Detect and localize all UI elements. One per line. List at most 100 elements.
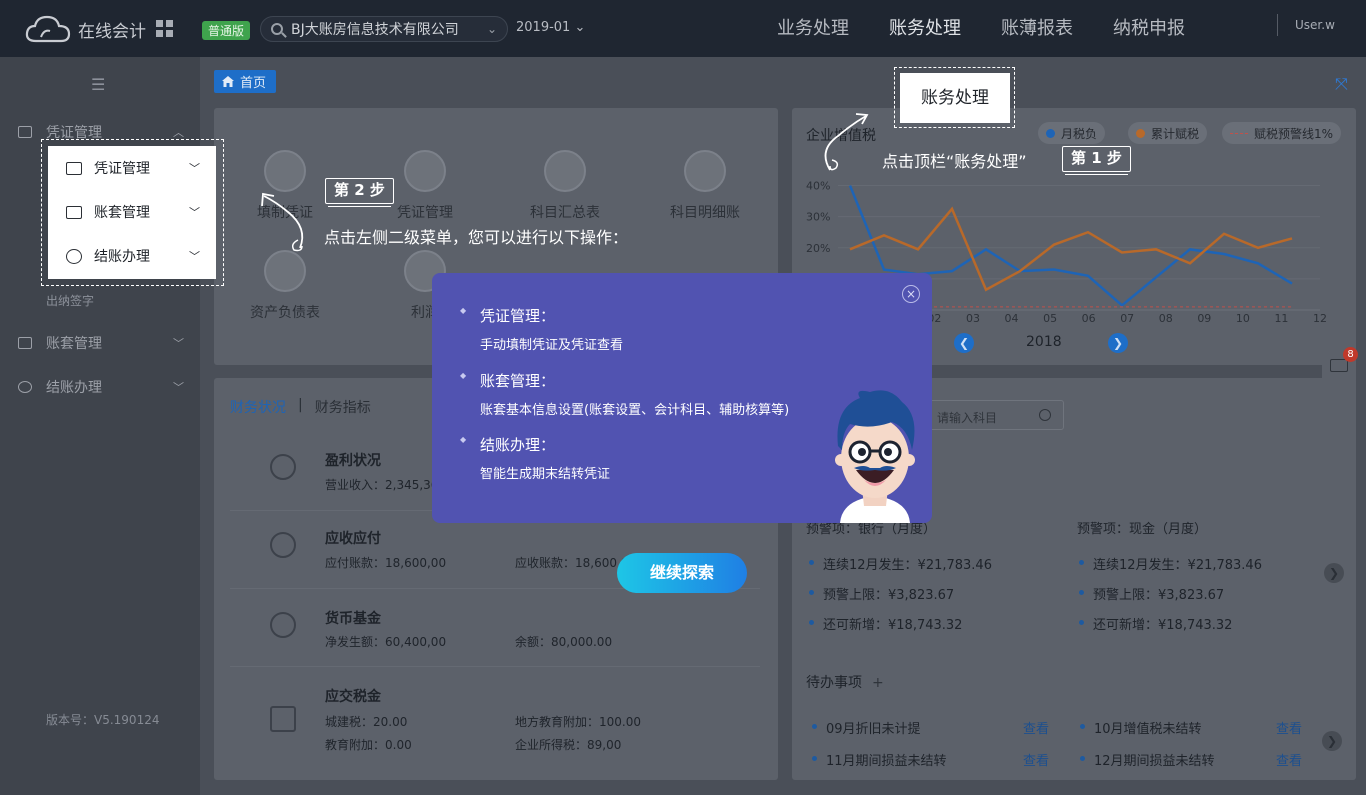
tab-finance-status[interactable]: 财务状况 <box>230 397 286 417</box>
cash-warning-item: 连续12月发生：¥21,783.46 <box>1079 554 1262 573</box>
chat-button[interactable]: 8 <box>1322 347 1358 383</box>
ledger-icon <box>18 337 32 349</box>
home-tab[interactable]: 首页 <box>214 70 276 93</box>
sidebar-subitem-cashier-sign[interactable]: 出纳签字 <box>46 292 94 309</box>
todo-view-link[interactable]: 查看 <box>1276 750 1302 769</box>
todo-item: 12月期间损益未结转 <box>1080 750 1215 769</box>
nav-accounting[interactable]: 账务处理 <box>869 0 981 57</box>
finance-tabs: 财务状况 | 财务指标 <box>230 397 371 417</box>
nav-business[interactable]: 业务处理 <box>757 0 869 57</box>
legend-dot <box>1046 128 1055 138</box>
y-tick-label: 40% <box>806 180 830 193</box>
clipboard-grid-icon <box>544 150 586 192</box>
finance-row-tax-payable: 应交税金 城建税：20.00 地方教育附加：100.00 教育附加：0.00 企… <box>230 686 760 756</box>
app-name: 在线会计 <box>78 21 146 42</box>
yen-cycle-icon <box>270 532 296 558</box>
collapse-sidebar-icon[interactable]: ☰ <box>91 75 105 94</box>
todo-view-link[interactable]: 查看 <box>1023 750 1049 769</box>
submenu-ledger[interactable]: 账套管理 ﹀ <box>48 190 216 234</box>
bank-warning-item: 预警上限：¥3,823.67 <box>808 584 954 603</box>
tax-register-icon <box>270 706 296 732</box>
sidebar-item-settlement[interactable]: 结账办理 ﹀ <box>18 377 188 397</box>
x-tick-label: 06 <box>1082 312 1096 325</box>
year-navigator: ❮ 2018 ❯ <box>954 333 1128 353</box>
add-todo-icon[interactable]: + <box>872 675 884 691</box>
fullscreen-icon[interactable]: ⤧ <box>1335 74 1348 94</box>
voucher-icon <box>18 126 32 138</box>
shortcut-account-summary[interactable]: 科目汇总表 <box>510 150 620 222</box>
shortcut-account-detail[interactable]: 科目明细账 <box>650 150 760 222</box>
tab-finance-indicators[interactable]: 财务指标 <box>315 397 371 417</box>
continue-explore-button[interactable]: 继续探索 <box>617 553 747 593</box>
settle-icon <box>66 248 82 264</box>
guide-step2-tag: 第 2 步 <box>325 178 394 207</box>
top-bar: 在线会计 普通版 BJ大账房信息技术有限公司 ⌄ 2019-01 ⌄ 业务处理 … <box>0 0 1366 57</box>
todo-item: 10月增值税未结转 <box>1080 718 1202 737</box>
account-search-input[interactable]: 请输入科目 <box>924 400 1064 430</box>
tab-separator: | <box>298 397 303 413</box>
legend-warning-line[interactable]: 赋税预警线1% <box>1222 122 1342 144</box>
nav-tax-filing[interactable]: 纳税申报 <box>1093 0 1205 57</box>
pencil-doc-icon <box>264 150 306 192</box>
legend-dot <box>1136 128 1145 138</box>
todo-item: 11月期间损益未结转 <box>812 750 947 769</box>
shortcut-balance-sheet[interactable]: 资产负债表 <box>230 250 340 322</box>
company-selector[interactable]: BJ大账房信息技术有限公司 ⌄ <box>260 16 508 42</box>
chat-icon <box>1330 359 1348 372</box>
legend-monthly-tax[interactable]: 月税负 <box>1038 122 1106 144</box>
user-menu[interactable]: User.w <box>1295 18 1335 32</box>
chevron-up-icon: ︿ <box>173 126 184 139</box>
todo-view-link[interactable]: 查看 <box>1023 718 1049 737</box>
doc-gear-icon <box>404 150 446 192</box>
chevron-down-icon: ﹀ <box>189 250 200 263</box>
x-tick-label: 09 <box>1197 312 1211 325</box>
app-logo[interactable]: 在线会计 <box>24 12 174 46</box>
version-label: 版本号：V5.190124 <box>46 713 160 727</box>
prev-year-button[interactable]: ❮ <box>954 333 974 353</box>
guide-arrow-icon <box>824 113 869 171</box>
next-warning-button[interactable]: ❯ <box>1324 563 1344 583</box>
chat-count-badge: 8 <box>1343 347 1358 362</box>
mascot-avatar <box>835 390 915 523</box>
search-icon[interactable] <box>1039 409 1051 421</box>
edition-badge: 普通版 <box>202 21 251 40</box>
chevron-down-icon: ⌄ <box>486 22 497 36</box>
home-icon <box>222 76 234 87</box>
x-tick-label: 05 <box>1043 312 1057 325</box>
apps-grid-icon[interactable] <box>156 20 173 37</box>
finance-row-monetary-fund: 货币基金 净发生额：60,400,00 余额：80,000.00 <box>230 608 760 668</box>
top-nav: 业务处理 账务处理 账薄报表 纳税申报 <box>757 0 1205 57</box>
y-tick-label: 20% <box>806 242 830 255</box>
sidebar-item-ledger[interactable]: 账套管理 ﹀ <box>18 333 188 353</box>
guide-topnav-target[interactable]: 账务处理 <box>900 73 1010 123</box>
legend-cumulative-tax[interactable]: 累计赋税 <box>1128 122 1208 144</box>
chevron-down-icon: ﹀ <box>173 337 184 350</box>
x-tick-label: 04 <box>1005 312 1019 325</box>
ledger-icon <box>66 205 82 219</box>
submenu-settlement[interactable]: 结账办理 ﹀ <box>48 234 216 278</box>
chevron-down-icon: ﹀ <box>189 162 200 175</box>
cash-warning-item: 还可新增：¥18,743.32 <box>1078 614 1232 633</box>
balance-sheet-icon <box>264 250 306 292</box>
profit-icon <box>270 454 296 480</box>
legend-dash <box>1230 132 1248 134</box>
y-tick-label: 30% <box>806 211 830 224</box>
guide-arrow-icon <box>261 192 304 252</box>
company-name: BJ大账房信息技术有限公司 <box>291 22 459 38</box>
x-tick-label: 08 <box>1159 312 1173 325</box>
next-year-button[interactable]: ❯ <box>1108 333 1128 353</box>
chevron-down-icon: ﹀ <box>189 206 200 219</box>
todo-view-link[interactable]: 查看 <box>1276 718 1302 737</box>
todo-item: 09月折旧未计提 <box>812 718 921 737</box>
x-tick-label: 10 <box>1236 312 1250 325</box>
period-selector[interactable]: 2019-01 ⌄ <box>516 20 585 35</box>
guide-step1-text: 点击顶栏“账务处理” <box>882 152 1027 171</box>
voucher-icon <box>66 161 82 175</box>
nav-books-reports[interactable]: 账薄报表 <box>981 0 1093 57</box>
bank-warning-item: 连续12月发生：¥21,783.46 <box>809 554 992 573</box>
close-icon[interactable]: × <box>902 285 920 303</box>
submenu-voucher[interactable]: 凭证管理 ﹀ <box>48 146 216 190</box>
guide-submenu: 凭证管理 ﹀ 账套管理 ﹀ 结账办理 ﹀ <box>48 146 216 279</box>
settle-icon <box>18 381 32 393</box>
next-todo-button[interactable]: ❯ <box>1322 731 1342 751</box>
